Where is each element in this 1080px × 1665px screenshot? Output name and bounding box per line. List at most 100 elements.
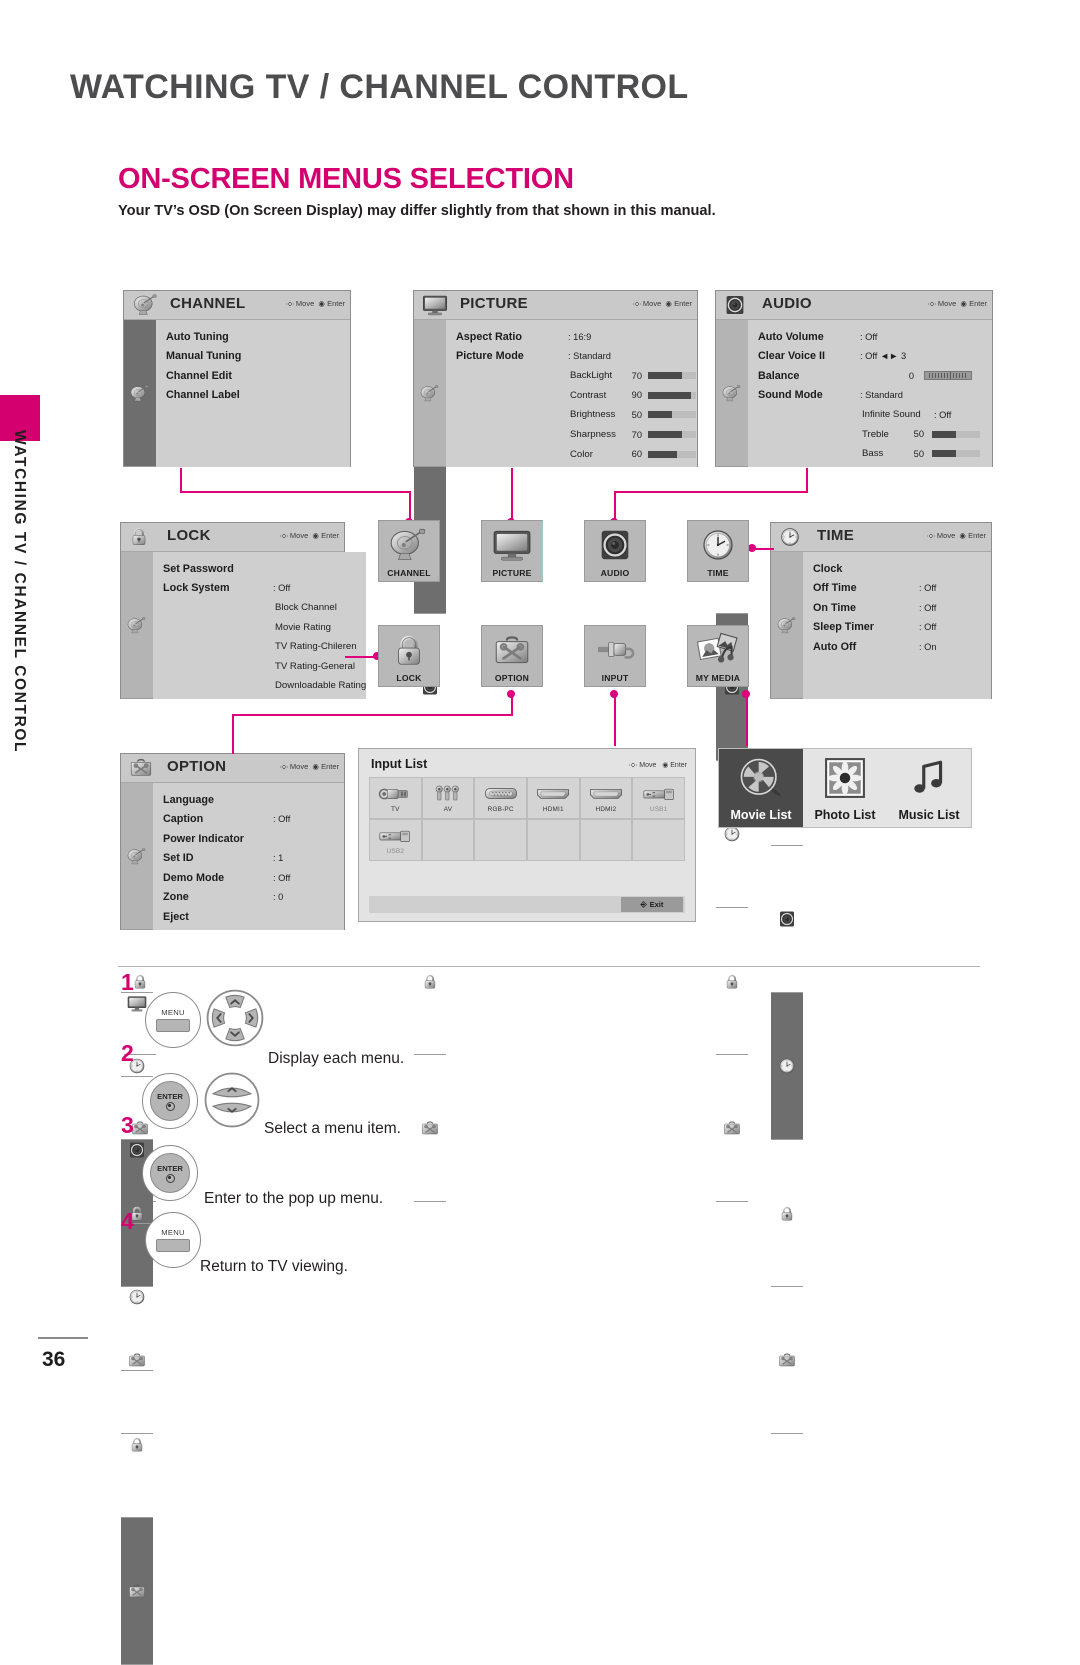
menu-row[interactable]: Eject <box>153 907 344 927</box>
menu-row[interactable]: Auto Volume : Off <box>748 327 992 347</box>
rail-icon-channel[interactable] <box>414 320 446 467</box>
connector-dot <box>748 544 756 552</box>
menu-tile-channel[interactable]: CHANNEL <box>378 520 440 582</box>
rail-icon-channel[interactable] <box>121 552 153 699</box>
menu-slider-row[interactable]: Sharpness 70 <box>446 425 697 445</box>
rail-icon-channel[interactable] <box>121 783 153 930</box>
menu-subrow[interactable]: Block Channel <box>153 598 366 618</box>
my-media-movie-list[interactable]: Movie List <box>719 749 803 827</box>
rail-icon-option[interactable] <box>771 1287 803 1434</box>
menu-row[interactable]: Language <box>153 790 344 810</box>
menu-row[interactable]: Sound Mode : Standard <box>748 386 992 406</box>
rail-icon-lock[interactable] <box>771 1140 803 1287</box>
menu-slider-row[interactable]: Contrast 90 <box>446 386 697 406</box>
rail-icon-channel[interactable] <box>716 320 748 467</box>
speaker-icon <box>723 294 753 316</box>
menu-tile-audio[interactable]: AUDIO <box>584 520 646 582</box>
input-source-rgb-pc[interactable]: RGB-PC <box>475 778 526 818</box>
section-subtitle: Your TV’s OSD (On Screen Display) may di… <box>118 203 716 219</box>
input-source-av[interactable]: AV <box>422 778 474 818</box>
input-source-tv[interactable]: TV <box>370 778 421 818</box>
menu-slider-row[interactable]: Brightness 50 <box>446 405 697 425</box>
menu-tile-input[interactable]: INPUT <box>584 625 646 687</box>
menu-subrow[interactable]: Movie Rating <box>153 618 366 638</box>
osd-rail[interactable] <box>121 552 153 1434</box>
menu-button[interactable]: MENU <box>145 1212 201 1268</box>
connector-line <box>614 491 616 521</box>
menu-row[interactable]: Auto Off : On <box>803 637 991 657</box>
rail-icon-option[interactable] <box>414 1055 446 1202</box>
rail-icon-lock[interactable] <box>121 1371 153 1518</box>
rail-icon-audio[interactable] <box>771 846 803 993</box>
rail-icon-channel[interactable] <box>771 552 803 699</box>
input-source-usb1[interactable]: USB1 <box>633 778 684 818</box>
menu-row[interactable]: Off Time : Off <box>803 579 991 599</box>
menu-subrow[interactable]: Downloadable Rating <box>153 676 366 696</box>
menu-tile-lock[interactable]: LOCK <box>378 625 440 687</box>
menu-row[interactable]: Clear Voice II : Off ◄► 3 <box>748 347 992 367</box>
my-media-music-list[interactable]: Music List <box>887 749 971 827</box>
osd-rail[interactable] <box>121 783 153 1665</box>
slider-bar[interactable] <box>648 391 696 399</box>
menu-row[interactable]: Sleep Timer : Off <box>803 618 991 638</box>
osd-rail[interactable] <box>414 320 446 1202</box>
slider-value: 50 <box>913 429 924 440</box>
input-source-hdmi2[interactable]: HDMI2 <box>580 778 632 818</box>
menu-row[interactable]: Clock <box>803 559 991 579</box>
menu-row[interactable]: Channel Edit <box>156 366 350 386</box>
menu-row[interactable]: Manual Tuning <box>156 347 350 367</box>
slider-bar[interactable] <box>932 450 980 458</box>
osd-rail[interactable] <box>716 320 748 1202</box>
osd-title: AUDIO <box>762 295 812 312</box>
menu-slider-row[interactable]: Color 60 <box>446 444 697 464</box>
menu-row[interactable]: Caption : Off <box>153 810 344 830</box>
up-down-button[interactable] <box>203 1073 261 1131</box>
balance-slider[interactable] <box>924 371 972 381</box>
slider-bar[interactable] <box>648 372 696 380</box>
slider-bar[interactable] <box>648 431 696 439</box>
menu-button[interactable]: MENU <box>145 992 201 1048</box>
menu-row[interactable]: Lock System : Off <box>153 579 366 599</box>
input-source-usb2[interactable]: USB2 <box>370 820 421 860</box>
rail-icon-channel[interactable] <box>124 320 156 467</box>
menu-row[interactable]: Demo Mode : Off <box>153 868 344 888</box>
menu-row[interactable]: Picture Mode : Standard <box>446 347 697 367</box>
enter-button[interactable]: ENTER <box>142 1073 198 1129</box>
rail-icon-option[interactable] <box>716 1055 748 1202</box>
menu-slider-row[interactable]: BackLight 70 <box>446 366 697 386</box>
rail-icon-option[interactable] <box>121 1518 153 1665</box>
slider-bar[interactable] <box>648 411 696 419</box>
menu-tile-option[interactable]: OPTION <box>481 625 543 687</box>
enter-button[interactable]: ENTER <box>142 1145 198 1201</box>
menu-row[interactable]: Set Password <box>153 559 366 579</box>
menu-slider-row[interactable]: Treble 50 <box>748 425 992 445</box>
menu-row[interactable]: Auto Tuning <box>156 327 350 347</box>
enter-knob[interactable]: ENTER <box>150 1153 190 1193</box>
my-media-photo-list[interactable]: Photo List <box>803 749 887 827</box>
menu-row[interactable]: Power Indicator <box>153 829 344 849</box>
menu-row[interactable]: Balance 0 <box>748 366 992 386</box>
menu-tile-time[interactable]: TIME <box>687 520 749 582</box>
enter-knob[interactable]: ENTER <box>150 1081 190 1121</box>
osd-rail[interactable] <box>124 320 156 1202</box>
menu-subrow[interactable]: Infinite Sound : Off <box>748 405 992 425</box>
menu-subrow[interactable]: TV Rating-General <box>153 657 366 677</box>
menu-row[interactable]: Aspect Ratio : 16:9 <box>446 327 697 347</box>
slider-bar[interactable] <box>648 450 696 458</box>
menu-subrow[interactable]: TV Rating-Chileren <box>153 637 366 657</box>
input-source-hdmi1[interactable]: HDMI1 <box>528 778 579 818</box>
dpad-button[interactable] <box>205 990 265 1050</box>
osd-rail[interactable] <box>771 552 803 1434</box>
menu-row[interactable]: Set ID : 1 <box>153 849 344 869</box>
menu-row[interactable]: On Time : Off <box>803 598 991 618</box>
menu-tile-picture[interactable]: PICTURE <box>481 520 543 582</box>
menu-row[interactable]: Channel Label <box>156 386 350 406</box>
rail-icon-time[interactable] <box>771 993 803 1140</box>
rail-icon-lock[interactable] <box>414 908 446 1055</box>
menu-tile-my-media[interactable]: MY MEDIA <box>687 625 749 687</box>
slider-bar[interactable] <box>932 430 980 438</box>
menu-row[interactable]: Zone : 0 <box>153 888 344 908</box>
menu-slider-row[interactable]: Bass 50 <box>748 444 992 464</box>
exit-button[interactable]: ⎆ Exit <box>621 897 683 912</box>
rail-icon-lock[interactable] <box>716 908 748 1055</box>
